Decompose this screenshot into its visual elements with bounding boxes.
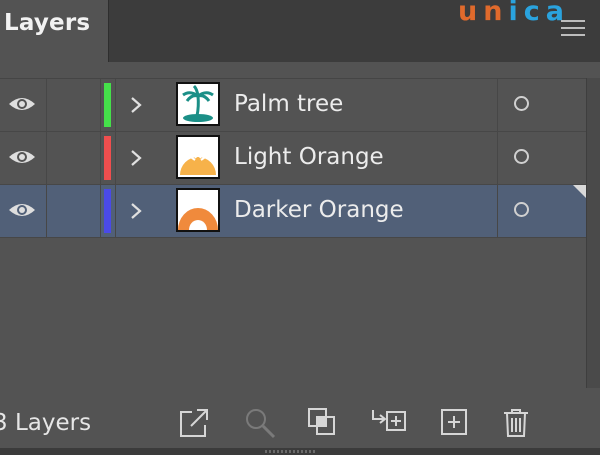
target-cell[interactable] bbox=[497, 132, 587, 184]
eye-icon bbox=[9, 204, 35, 216]
layer-name[interactable]: Darker Orange bbox=[234, 197, 404, 223]
lock-toggle[interactable] bbox=[47, 79, 101, 131]
new-layer-icon bbox=[441, 409, 467, 435]
target-circle-icon[interactable] bbox=[514, 202, 529, 217]
layers-list: Palm tree Light Orange Darker Orange bbox=[0, 78, 587, 389]
brand-logo-part1: un bbox=[458, 0, 509, 27]
export-icon bbox=[180, 409, 208, 437]
locate-object-button[interactable] bbox=[243, 406, 277, 440]
chevron-right-icon[interactable] bbox=[130, 202, 142, 220]
target-cell[interactable] bbox=[497, 79, 587, 131]
trash-icon bbox=[504, 409, 528, 437]
search-icon bbox=[246, 409, 276, 439]
delete-layer-button[interactable] bbox=[500, 406, 534, 440]
new-layer-button[interactable] bbox=[438, 406, 472, 440]
tab-layers[interactable]: Layers bbox=[0, 0, 109, 62]
target-cell[interactable] bbox=[497, 185, 587, 237]
layer-count: 3 Layers bbox=[0, 410, 92, 436]
brand-logo: unica bbox=[458, 0, 570, 27]
chevron-right-icon[interactable] bbox=[130, 96, 142, 114]
visibility-toggle[interactable] bbox=[0, 132, 47, 184]
create-sublayer-button[interactable] bbox=[370, 406, 406, 440]
resize-grip-icon[interactable] bbox=[265, 450, 315, 453]
lock-toggle[interactable] bbox=[47, 132, 101, 184]
panel-header: Layers unica bbox=[0, 0, 600, 62]
light-orange-sun-thumbnail bbox=[176, 135, 220, 179]
eye-icon bbox=[9, 151, 35, 163]
divider bbox=[115, 132, 116, 184]
darker-orange-sun-thumbnail bbox=[176, 188, 220, 232]
eye-icon bbox=[9, 98, 35, 110]
visibility-toggle[interactable] bbox=[0, 185, 47, 237]
clipping-mask-icon bbox=[308, 408, 335, 435]
export-button[interactable] bbox=[178, 406, 212, 440]
create-sublayer-icon bbox=[372, 410, 406, 431]
panel-footer: 3 Layers bbox=[0, 398, 600, 448]
divider bbox=[115, 79, 116, 131]
layer-row-palm-tree[interactable]: Palm tree bbox=[0, 79, 586, 132]
visibility-toggle[interactable] bbox=[0, 79, 47, 131]
selection-corner-marker bbox=[573, 185, 587, 199]
layer-name[interactable]: Palm tree bbox=[234, 91, 343, 117]
divider bbox=[115, 185, 116, 237]
palm-tree-thumbnail bbox=[176, 82, 220, 126]
tab-layers-label: Layers bbox=[4, 10, 91, 36]
layer-row-darker-orange[interactable]: Darker Orange bbox=[0, 185, 587, 238]
target-circle-icon[interactable] bbox=[514, 149, 529, 164]
layer-color-indicator bbox=[104, 136, 111, 180]
scrollbar-track[interactable] bbox=[586, 78, 600, 388]
layer-name[interactable]: Light Orange bbox=[234, 144, 384, 170]
layer-row-light-orange[interactable]: Light Orange bbox=[0, 132, 586, 185]
chevron-right-icon[interactable] bbox=[130, 149, 142, 167]
clipping-mask-button[interactable] bbox=[306, 406, 340, 440]
hamburger-menu-icon[interactable] bbox=[561, 20, 585, 38]
lock-toggle[interactable] bbox=[47, 185, 101, 237]
layer-color-indicator bbox=[104, 83, 111, 127]
layer-color-indicator bbox=[104, 189, 111, 233]
target-circle-icon[interactable] bbox=[514, 96, 529, 111]
